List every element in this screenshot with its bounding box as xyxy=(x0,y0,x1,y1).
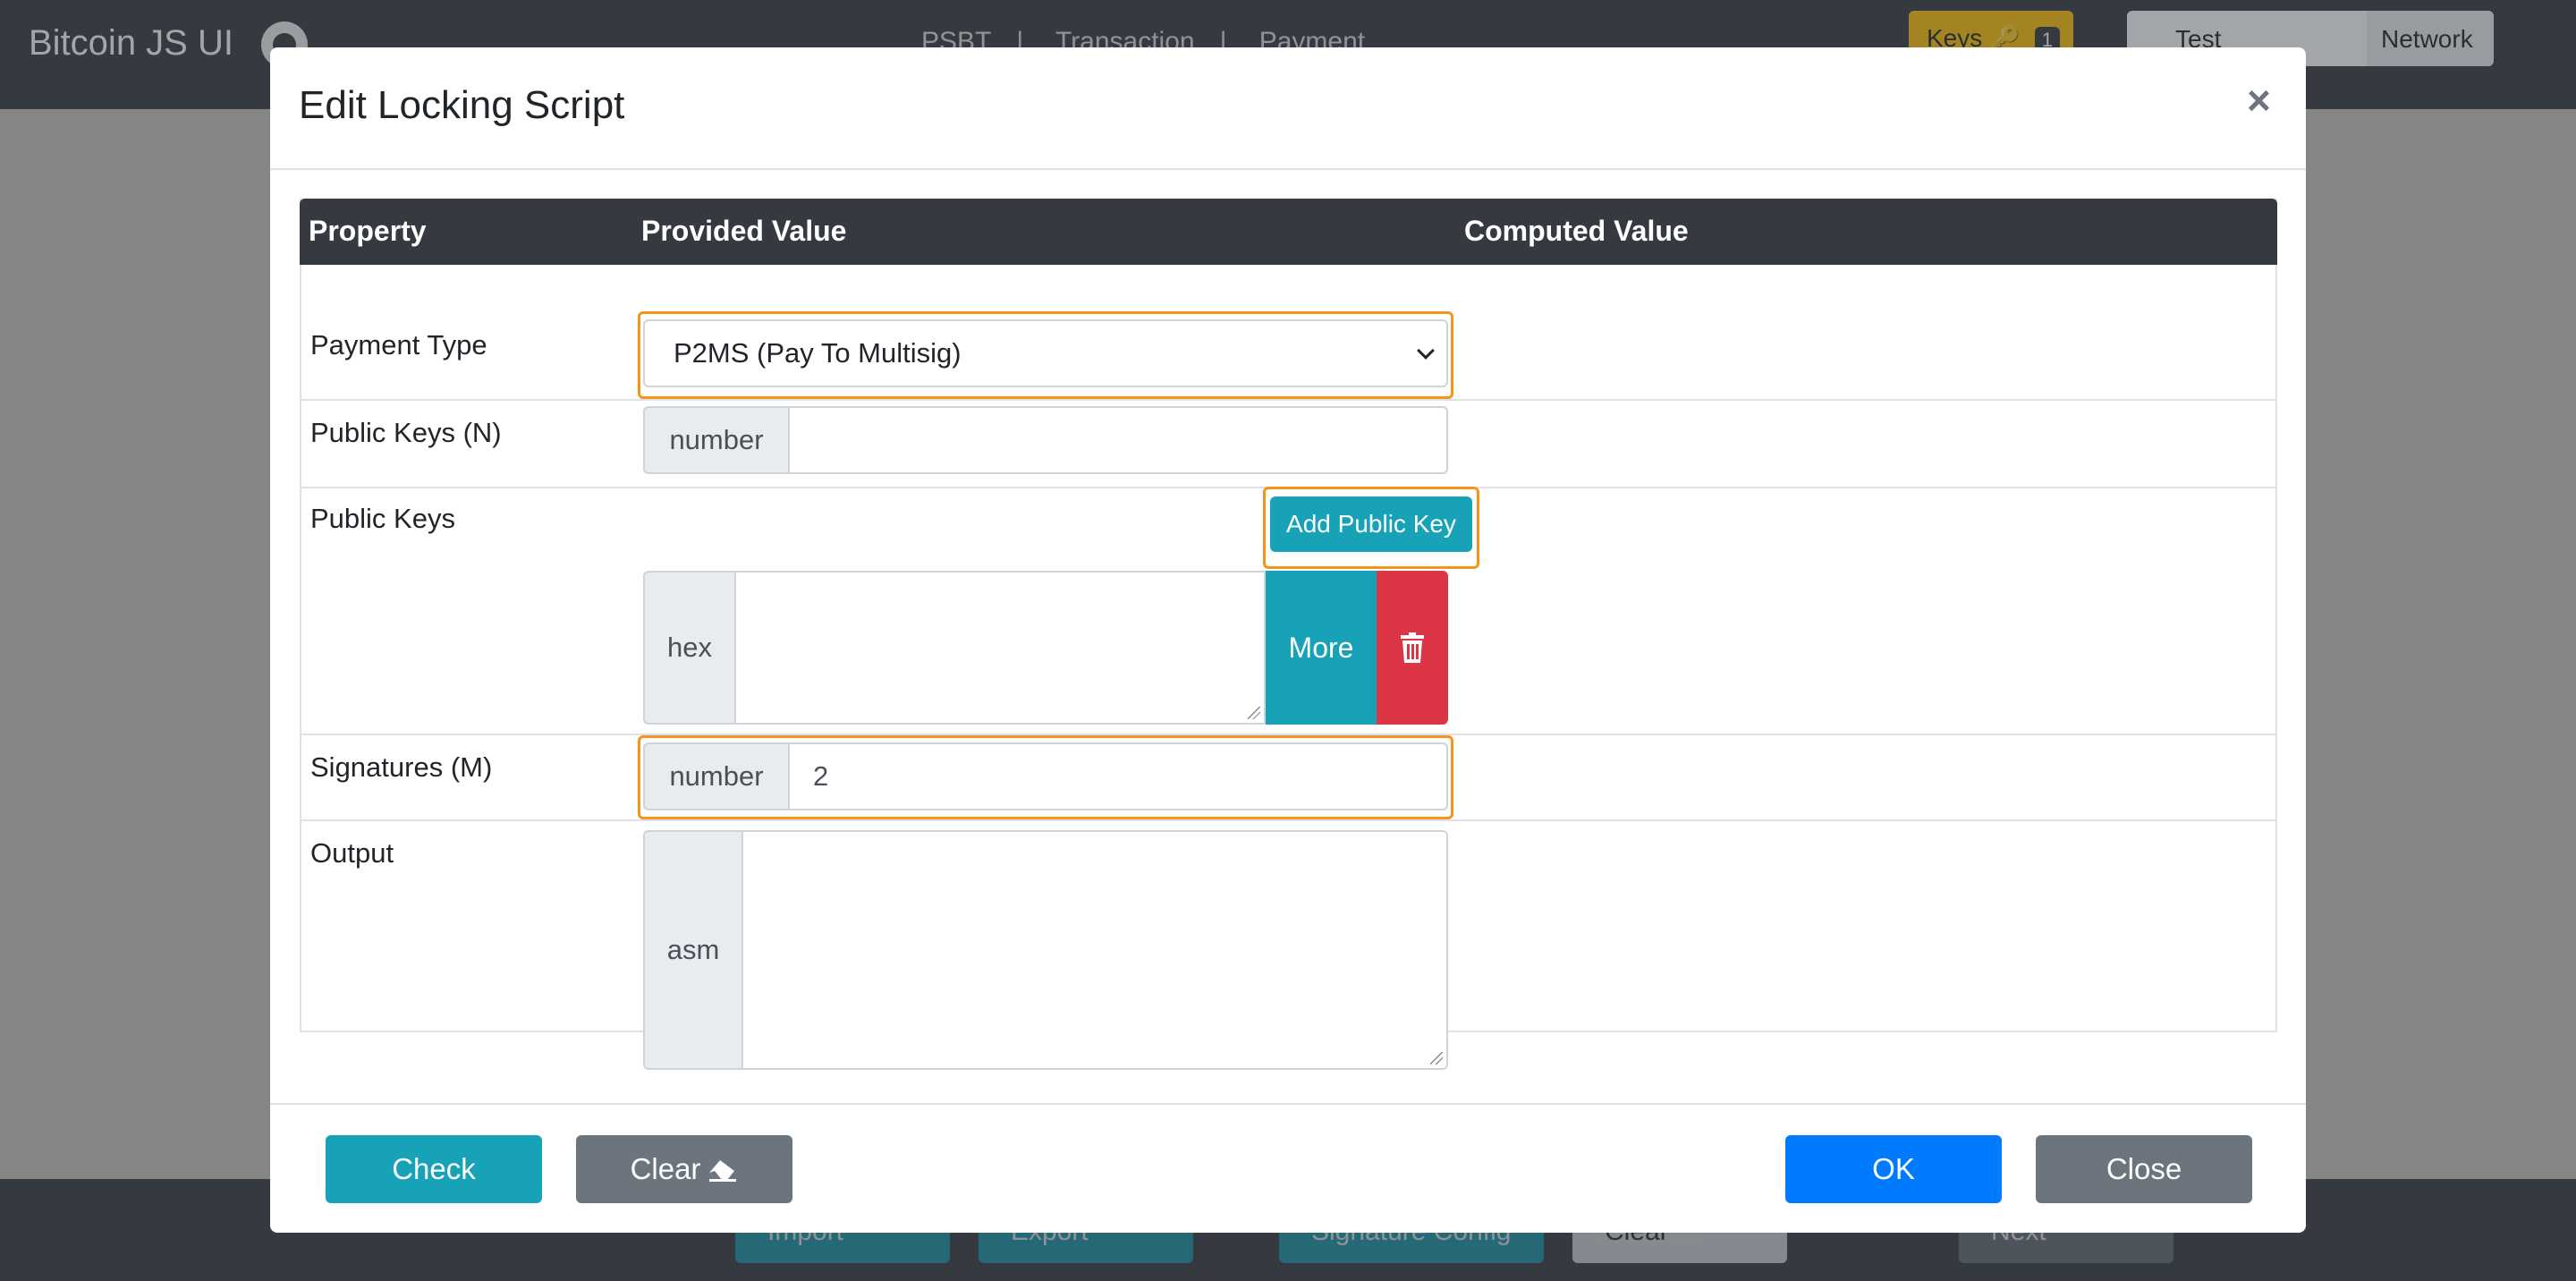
script-properties-table: Property Provided Value Computed Value P… xyxy=(300,199,2277,1070)
label-output: Output xyxy=(310,837,394,869)
add-public-key-button[interactable]: Add Public Key xyxy=(1270,496,1472,552)
check-button[interactable]: Check xyxy=(326,1135,542,1203)
label-payment-type: Payment Type xyxy=(310,329,487,361)
modal-title: Edit Locking Script xyxy=(299,83,625,127)
label-public-keys-n: Public Keys (N) xyxy=(310,417,502,448)
hex-addon: hex xyxy=(643,571,736,725)
asm-addon: asm xyxy=(643,830,743,1070)
brand-title: Bitcoin JS UI xyxy=(29,23,233,63)
signatures-m-input[interactable]: 2 xyxy=(790,742,1448,810)
more-button[interactable]: More xyxy=(1266,571,1377,725)
delete-public-key-button[interactable] xyxy=(1377,571,1448,725)
ok-button[interactable]: OK xyxy=(1785,1135,2002,1203)
clear-button[interactable]: Clear xyxy=(576,1135,792,1203)
modal-footer-divider xyxy=(270,1103,2306,1105)
payment-type-value: P2MS (Pay To Multisig) xyxy=(674,337,962,369)
row-divider xyxy=(301,819,2275,821)
table-header: Property Provided Value Computed Value xyxy=(300,199,2277,265)
resize-handle-icon[interactable] xyxy=(1430,1052,1443,1065)
header-computed-value: Computed Value xyxy=(1464,215,1689,247)
header-property: Property xyxy=(309,215,427,247)
chevron-down-icon xyxy=(1417,342,1435,360)
resize-handle-icon[interactable] xyxy=(1248,707,1260,719)
public-keys-n-group: number xyxy=(643,406,1448,474)
edit-locking-script-modal: Edit Locking Script × Property Provided … xyxy=(270,47,2306,1233)
output-textarea[interactable] xyxy=(743,830,1448,1070)
public-keys-n-input[interactable] xyxy=(790,406,1448,474)
close-icon[interactable]: × xyxy=(2247,80,2271,121)
label-public-keys: Public Keys xyxy=(310,503,455,534)
close-button[interactable]: Close xyxy=(2036,1135,2252,1203)
public-key-textarea[interactable] xyxy=(736,571,1266,725)
public-key-group: hex More xyxy=(643,571,1448,725)
output-group: asm xyxy=(643,830,1448,1070)
number-addon: number xyxy=(643,742,790,810)
header-provided-value: Provided Value xyxy=(641,215,847,247)
network-label: Network xyxy=(2367,11,2494,66)
modal-header: Edit Locking Script × xyxy=(270,47,2306,170)
trash-icon xyxy=(1401,632,1424,663)
clear-label: Clear xyxy=(630,1152,701,1185)
signatures-m-group: number 2 xyxy=(643,742,1448,810)
payment-type-select[interactable]: P2MS (Pay To Multisig) xyxy=(643,319,1448,387)
number-addon: number xyxy=(643,406,790,474)
row-divider xyxy=(301,399,2275,401)
label-signatures-m: Signatures (M) xyxy=(310,751,493,783)
eraser-icon xyxy=(709,1160,737,1182)
